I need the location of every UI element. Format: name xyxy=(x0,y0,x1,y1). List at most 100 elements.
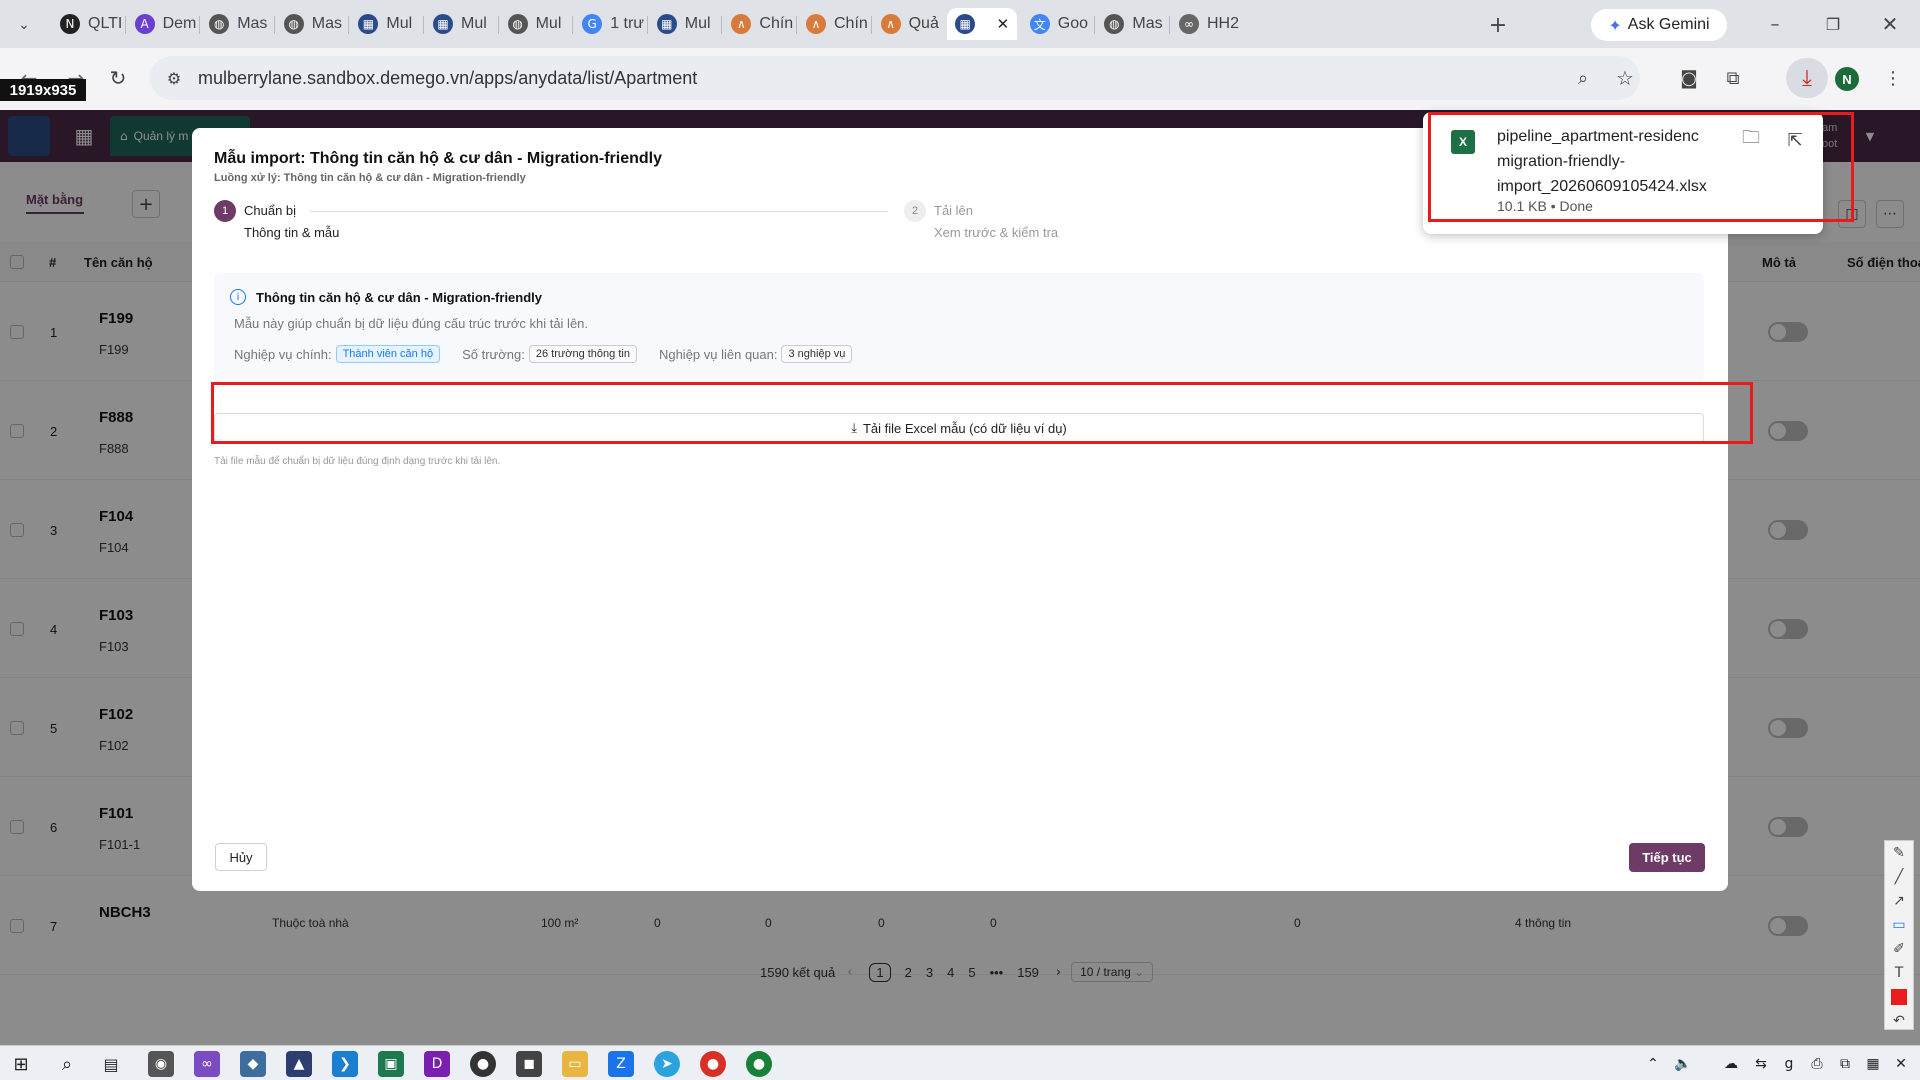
annotation-toolbar: ✎ ╱ ↗ ▭ ✐ T ↶ xyxy=(1884,840,1914,1030)
tab-separator xyxy=(348,16,350,34)
claude-icon: ∧ xyxy=(731,14,752,34)
line-icon[interactable]: ╱ xyxy=(1885,865,1913,889)
browser-tab[interactable]: ▦ Mul xyxy=(425,8,495,40)
zalo-icon[interactable]: Z xyxy=(608,1051,634,1077)
pen-icon[interactable]: ✎ xyxy=(1885,841,1913,865)
field-count-label: Số trường: xyxy=(462,346,525,362)
browser-tab[interactable]: ◍ Mas xyxy=(201,8,271,40)
browser-tab-label: Dem xyxy=(162,15,197,32)
browser-tab-label: Chín xyxy=(834,15,868,32)
vscode-icon[interactable]: ❯ xyxy=(332,1051,358,1077)
app-cube-icon[interactable]: ◼ xyxy=(516,1051,542,1077)
visual-studio-icon[interactable]: ∞ xyxy=(194,1051,220,1077)
browser-tab-label: Chín xyxy=(759,15,794,32)
address-bar[interactable]: ⚙ mulberrylane.sandbox.demego.vn/apps/an… xyxy=(150,56,1640,100)
screenshot-icon[interactable]: ◙ xyxy=(1676,65,1702,91)
gemini-icon: ✦ xyxy=(1608,15,1622,35)
volume-icon[interactable]: 🔈 xyxy=(1670,1051,1696,1077)
color-swatch[interactable] xyxy=(1891,989,1907,1005)
template-info-card: i Thông tin căn hộ & cư dân - Migration-… xyxy=(214,273,1704,383)
print-icon[interactable]: ⎙ xyxy=(1804,1051,1830,1077)
browser-tab[interactable]: ◍ Mas xyxy=(1096,8,1166,40)
chrome-profile-icon[interactable]: ● xyxy=(746,1051,772,1077)
app-icon: A xyxy=(134,14,155,34)
tab-separator xyxy=(1169,16,1170,34)
ask-gemini-button[interactable]: ✦ Ask Gemini xyxy=(1591,9,1727,41)
modal-subtitle: Luồng xử lý: Thông tin căn hộ & cư dân -… xyxy=(214,172,526,184)
browser-tab[interactable]: ∧ Chín xyxy=(723,8,793,40)
annotation-highlight-download-button xyxy=(211,382,1753,444)
tab-separator xyxy=(199,16,201,34)
reload-icon[interactable]: ↻ xyxy=(104,64,132,92)
new-tab-icon[interactable]: + xyxy=(1485,12,1511,38)
browser-tab[interactable]: 文 Goo xyxy=(1022,8,1092,40)
globe-icon: ◍ xyxy=(283,14,304,34)
browser-tab[interactable]: ▦ Mul xyxy=(649,8,719,40)
save-icon[interactable]: ▦ xyxy=(1860,1051,1886,1077)
url-text[interactable]: mulberrylane.sandbox.demego.vn/apps/anyd… xyxy=(198,68,697,89)
database-app-icon[interactable]: ◆ xyxy=(240,1051,266,1077)
browser-tab[interactable]: ▦ Mul xyxy=(350,8,420,40)
minimize-icon[interactable]: – xyxy=(1760,10,1790,38)
tab-separator xyxy=(572,16,574,34)
import-template-modal: Mẫu import: Thông tin căn hộ & cư dân - … xyxy=(192,128,1728,891)
step-1-circle: 1 xyxy=(214,200,236,222)
taskbar-search-icon[interactable]: ⌕ xyxy=(54,1051,80,1077)
rectangle-icon[interactable]: ▭ xyxy=(1885,913,1913,937)
terminal-app-icon[interactable]: ▣ xyxy=(378,1051,404,1077)
browser-tab-label: Mas xyxy=(1132,15,1163,32)
google-drive-icon[interactable]: g xyxy=(1776,1051,1802,1077)
browser-tab[interactable]: A Dem xyxy=(127,8,197,40)
arrow-icon[interactable]: ↗ xyxy=(1885,889,1913,913)
share-icon[interactable]: ⇆ xyxy=(1748,1051,1774,1077)
bookmark-star-icon[interactable]: ☆ xyxy=(1612,65,1638,91)
undo-icon[interactable]: ↶ xyxy=(1885,1009,1913,1033)
chrome-icon[interactable]: ● xyxy=(700,1051,726,1077)
start-icon[interactable]: ⊞ xyxy=(8,1051,34,1077)
tab-separator xyxy=(423,16,424,34)
browser-tab[interactable]: ◍ Mul xyxy=(500,8,570,40)
profile-avatar[interactable]: N xyxy=(1835,67,1859,91)
cancel-button[interactable]: Hủy xyxy=(215,843,267,871)
close-tab-icon[interactable]: ✕ xyxy=(997,15,1010,33)
browser-tab[interactable]: ▦ ✕ xyxy=(947,8,1018,40)
copy-icon[interactable]: ⧉ xyxy=(1832,1051,1858,1077)
browser-tab[interactable]: ∧ Chín xyxy=(798,8,868,40)
camera-app-icon[interactable]: ◉ xyxy=(148,1051,174,1077)
tray-close-icon[interactable]: ✕ xyxy=(1888,1051,1914,1077)
ide-app-icon[interactable]: ▲ xyxy=(286,1051,312,1077)
annotation-highlight-download-popup xyxy=(1428,112,1854,222)
datagrip-icon[interactable]: D xyxy=(424,1051,450,1077)
site-settings-icon[interactable]: ⚙ xyxy=(162,66,186,90)
browser-tab[interactable]: ∞ HH2 xyxy=(1171,8,1241,40)
text-icon[interactable]: T xyxy=(1885,961,1913,985)
translate-icon: 文 xyxy=(1029,14,1050,34)
task-view-icon[interactable]: ▤ xyxy=(98,1051,124,1077)
browser-tab[interactable]: ∧ Quả xyxy=(873,8,943,40)
tab-separator xyxy=(1094,16,1096,34)
browser-tab-label: 1 trư xyxy=(610,15,645,32)
browser-tab-label: Mul xyxy=(386,15,413,32)
marker-icon[interactable]: ✐ xyxy=(1885,937,1913,961)
close-window-icon[interactable]: ✕ xyxy=(1875,10,1905,38)
browser-tab[interactable]: G 1 trư xyxy=(574,8,644,40)
sharex-tray-icon[interactable]: ☁ xyxy=(1718,1051,1744,1077)
info-title: Thông tin căn hộ & cư dân - Migration-fr… xyxy=(256,290,543,305)
downloads-icon[interactable]: ⤓ xyxy=(1786,58,1828,98)
telegram-icon[interactable]: ➤ xyxy=(654,1051,680,1077)
browser-tab[interactable]: ◍ Mas xyxy=(276,8,346,40)
browser-tab-label: Mul xyxy=(684,15,711,32)
file-explorer-icon[interactable]: ▭ xyxy=(562,1051,588,1077)
zoom-icon[interactable]: ⌕ xyxy=(1570,65,1596,91)
github-icon[interactable]: ● xyxy=(470,1051,496,1077)
browser-tab[interactable]: N QLTI xyxy=(52,8,122,40)
browser-menu-icon[interactable]: ⋮ xyxy=(1880,65,1906,91)
tab-search-chevron-icon[interactable]: ⌄ xyxy=(10,12,38,38)
tray-chevron-icon[interactable]: ⌃ xyxy=(1640,1051,1666,1077)
restore-icon[interactable]: ❐ xyxy=(1818,10,1848,38)
extensions-icon[interactable]: ⧉ xyxy=(1720,65,1746,91)
next-button[interactable]: Tiếp tục xyxy=(1629,843,1705,872)
tab-separator xyxy=(497,16,499,34)
tab-separator xyxy=(721,16,723,34)
tab-separator xyxy=(273,16,275,34)
